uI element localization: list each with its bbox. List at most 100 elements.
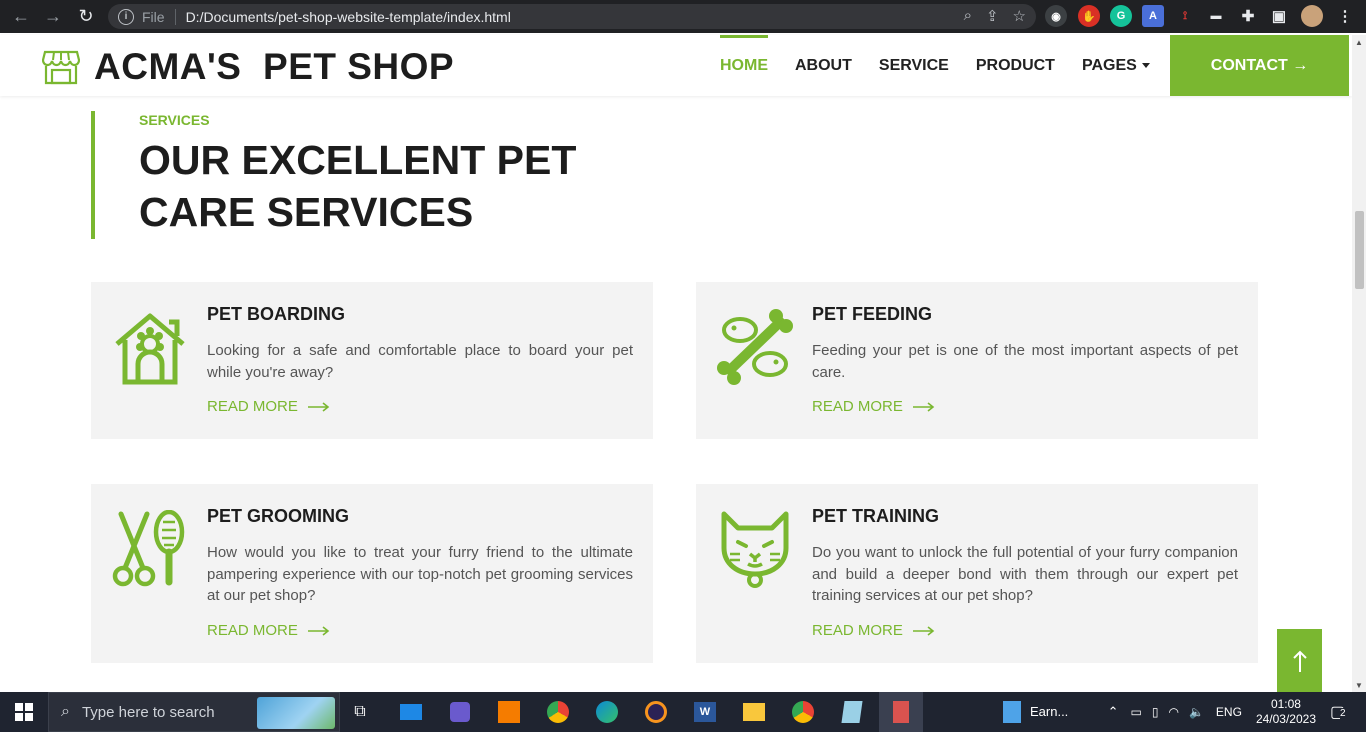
mail-icon[interactable] [397, 698, 425, 726]
page-scrollbar[interactable]: ▲ ▼ [1352, 35, 1366, 692]
main-nav: HOME ABOUT SERVICE PRODUCT PAGES [720, 35, 1150, 96]
file-explorer-icon[interactable] [740, 698, 768, 726]
chrome-profile-icon[interactable] [789, 698, 817, 726]
caret-down-icon [1141, 63, 1150, 68]
clock-date: 24/03/2023 [1255, 712, 1316, 726]
cast-icon[interactable]: ⟟ [1174, 5, 1196, 27]
scissors-brush-icon [112, 510, 185, 587]
file-label: File [142, 8, 165, 25]
arrow-up-icon [1292, 650, 1307, 672]
scroll-down-icon[interactable]: ▼ [1355, 681, 1363, 690]
nav-home[interactable]: HOME [720, 35, 768, 96]
service-card-boarding: PET BOARDING Looking for a safe and comf… [91, 282, 653, 439]
read-more-label: READ MORE [812, 398, 903, 415]
system-tray: ⌃ ▭ ▯ ◠ 🔈 ENG 01:08 24/03/2023 ▢ 2 [1108, 692, 1366, 732]
search-icon: ⌕ [61, 703, 70, 720]
adblock-icon[interactable]: ✋ [1078, 5, 1100, 27]
arrow-right-icon [307, 401, 330, 412]
browser-toolbar: ← → ↻ i File D:/Documents/pet-shop-websi… [0, 0, 1366, 33]
service-title: PET GROOMING [207, 506, 350, 526]
contact-button[interactable]: CONTACT → [1170, 35, 1349, 96]
search-highlight-image [257, 697, 335, 729]
forward-icon[interactable]: → [38, 1, 68, 31]
service-description: Looking for a safe and comfortable place… [207, 342, 633, 381]
meet-now-icon[interactable]: ▭ [1131, 705, 1142, 719]
menu-kebab-icon[interactable]: ⋮ [1334, 5, 1356, 27]
service-description: How would you like to treat your furry f… [207, 544, 633, 604]
search-placeholder: Type here to search [81, 703, 215, 721]
site-header: ACMA'S PET SHOP HOME ABOUT SERVICE PRODU… [0, 35, 1352, 96]
info-icon[interactable]: i [118, 8, 134, 25]
scroll-up-icon[interactable]: ▲ [1355, 38, 1363, 47]
taskbar-app-label[interactable]: Earn... [1030, 704, 1068, 719]
arrow-right-icon [307, 625, 330, 636]
chrome-icon[interactable] [544, 698, 572, 726]
read-more-link[interactable]: READ MORE [812, 622, 935, 639]
nav-product[interactable]: PRODUCT [976, 35, 1055, 96]
section-label: SERVICES [139, 112, 210, 128]
notification-count: 2 [1340, 708, 1346, 719]
divider [174, 8, 176, 25]
nav-pages-label: PAGES [1081, 56, 1137, 74]
eclipse-icon[interactable] [642, 698, 670, 726]
extension-icon[interactable]: ◉ [1045, 5, 1067, 27]
section-heading: SERVICES OUR EXCELLENT PET CARE SERVICES [91, 111, 609, 239]
office-app-icon[interactable] [495, 698, 523, 726]
scroll-thumb[interactable] [1355, 211, 1364, 289]
translate-icon[interactable]: A [1142, 5, 1164, 27]
nav-pages[interactable]: PAGES [1082, 35, 1150, 96]
wifi-icon[interactable]: ◠ [1168, 705, 1178, 719]
section-title: OUR EXCELLENT PET CARE SERVICES [139, 137, 577, 235]
brand-name: ACMA'S PET SHOP [94, 46, 455, 87]
notification-icon[interactable]: ▢ 2 [1330, 702, 1358, 722]
volume-icon[interactable]: 🔈 [1189, 705, 1204, 719]
side-panel-icon[interactable]: ▣ [1268, 5, 1290, 27]
windows-start-icon[interactable] [0, 692, 48, 732]
read-more-link[interactable]: READ MORE [207, 622, 330, 639]
read-more-label: READ MORE [812, 622, 903, 639]
avatar[interactable] [1301, 5, 1323, 27]
task-view-icon[interactable]: ⧉ [346, 698, 374, 726]
taskbar-search-input[interactable]: ⌕ Type here to search [48, 692, 340, 732]
service-title: PET BOARDING [207, 304, 346, 324]
document-app-icon[interactable] [998, 698, 1026, 726]
service-title: PET TRAINING [812, 506, 940, 526]
edge-icon[interactable] [593, 698, 621, 726]
service-description: Feeding your pet is one of the most impo… [812, 342, 1238, 381]
puzzle-icon[interactable]: ✚ [1237, 5, 1259, 27]
house-pet-icon [115, 313, 185, 385]
copilot-icon[interactable] [446, 698, 474, 726]
shop-icon [42, 50, 80, 85]
read-more-label: READ MORE [207, 622, 298, 639]
reload-icon[interactable]: ↻ [71, 1, 101, 31]
service-card-grooming: PET GROOMING How would you like to treat… [91, 484, 653, 663]
service-card-feeding: PET FEEDING Feeding your pet is one of t… [696, 282, 1258, 439]
back-icon[interactable]: ← [6, 1, 36, 31]
food-bone-icon [717, 309, 793, 385]
share-icon[interactable]: ⇪ [986, 7, 999, 25]
back-to-top-button[interactable] [1277, 629, 1322, 692]
arrow-right-icon [912, 401, 935, 412]
logo[interactable]: ACMA'S PET SHOP [42, 46, 454, 88]
clock[interactable]: 01:08 24/03/2023 [1256, 697, 1316, 727]
read-more-link[interactable]: READ MORE [812, 398, 935, 415]
chevron-up-icon[interactable]: ⌃ [1108, 704, 1119, 720]
grammarly-icon[interactable]: G [1110, 5, 1132, 27]
clock-time: 01:08 [1270, 697, 1301, 711]
nav-about[interactable]: ABOUT [795, 35, 852, 96]
bookmark-star-icon[interactable]: ☆ [1013, 7, 1026, 25]
extension-icon[interactable]: ▬ [1205, 5, 1227, 27]
active-app-icon[interactable] [879, 692, 923, 732]
service-title: PET FEEDING [812, 304, 933, 324]
service-card-training: PET TRAINING Do you want to unlock the f… [696, 484, 1258, 663]
address-bar[interactable]: i File D:/Documents/pet-shop-website-tem… [108, 4, 1036, 29]
power-icon[interactable]: ▯ [1152, 705, 1159, 719]
word-icon[interactable]: W [691, 698, 719, 726]
nav-service[interactable]: SERVICE [879, 35, 949, 96]
read-more-link[interactable]: READ MORE [207, 398, 330, 415]
notepad-icon[interactable] [838, 698, 866, 726]
zoom-icon[interactable]: ⌕ [964, 7, 972, 25]
cat-icon [721, 511, 789, 588]
language-indicator[interactable]: ENG [1216, 705, 1242, 719]
url-text[interactable]: D:/Documents/pet-shop-website-template/i… [186, 9, 511, 25]
